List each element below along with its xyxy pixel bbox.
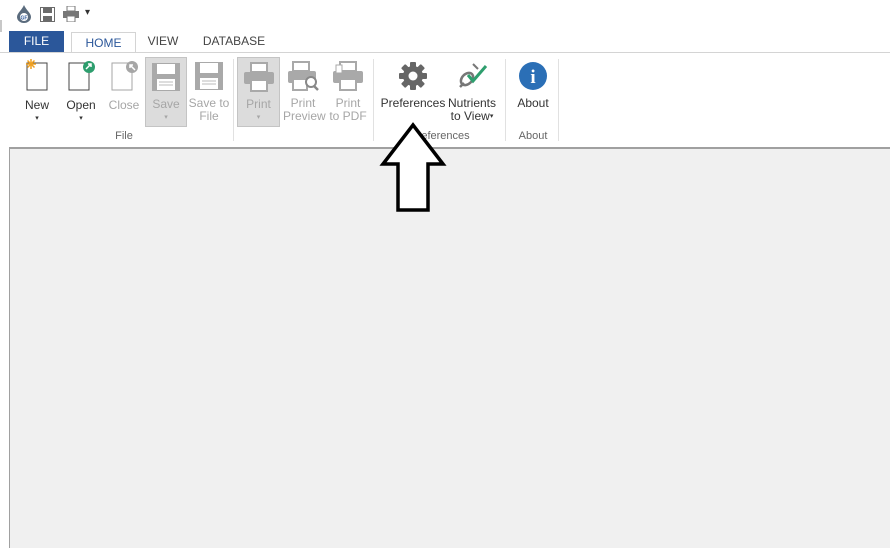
group-label-about: About <box>518 130 548 142</box>
nutrients-check-icon <box>459 63 488 88</box>
group-label-file: File <box>115 130 133 142</box>
tab-view[interactable]: VIEW <box>145 31 181 52</box>
print-icon[interactable] <box>63 5 79 25</box>
printer-icon <box>243 62 274 92</box>
save-icon <box>152 63 180 91</box>
quick-access-toolbar: GF ▾ <box>0 0 890 30</box>
print-preview-button[interactable]: Print Preview <box>283 61 326 123</box>
print-to-pdf-icon <box>333 61 363 91</box>
open-button[interactable]: Open ▾ <box>62 59 100 123</box>
ribbon-tabs: FILE HOME VIEW DATABASE <box>0 31 890 55</box>
open-document-icon <box>68 61 95 91</box>
annotation-arrow-icon <box>379 122 447 212</box>
group-separator <box>558 59 559 141</box>
save-to-file-icon <box>195 62 223 90</box>
new-document-icon <box>26 59 48 91</box>
close-button[interactable]: Close <box>106 59 142 112</box>
customize-dropdown-icon[interactable]: ▾ <box>85 7 90 18</box>
save-icon[interactable] <box>40 7 55 25</box>
svg-text:GF: GF <box>21 16 28 22</box>
preferences-button[interactable]: Preferences <box>380 61 446 110</box>
group-separator <box>233 59 234 141</box>
print-to-pdf-button[interactable]: Print to PDF <box>327 61 369 123</box>
print-button[interactable]: Print ▾ <box>237 57 280 127</box>
app-logo-icon[interactable]: GF <box>16 5 32 26</box>
group-separator <box>505 59 506 141</box>
tab-database[interactable]: DATABASE <box>200 31 268 52</box>
group-separator <box>373 59 374 141</box>
nutrients-to-view-button[interactable]: Nutrients to View▾ <box>446 61 498 123</box>
save-button[interactable]: Save ▾ <box>145 57 187 127</box>
close-document-icon <box>111 61 138 91</box>
gear-icon <box>399 62 427 90</box>
svg-text:i: i <box>530 67 535 88</box>
new-button[interactable]: New ▾ <box>20 59 54 123</box>
info-icon: i <box>519 62 547 90</box>
print-preview-icon <box>288 61 319 91</box>
save-to-file-button[interactable]: Save to File <box>188 61 230 123</box>
main-content-area <box>9 147 890 548</box>
tab-file[interactable]: FILE <box>9 31 64 52</box>
about-button[interactable]: i About <box>512 61 554 110</box>
